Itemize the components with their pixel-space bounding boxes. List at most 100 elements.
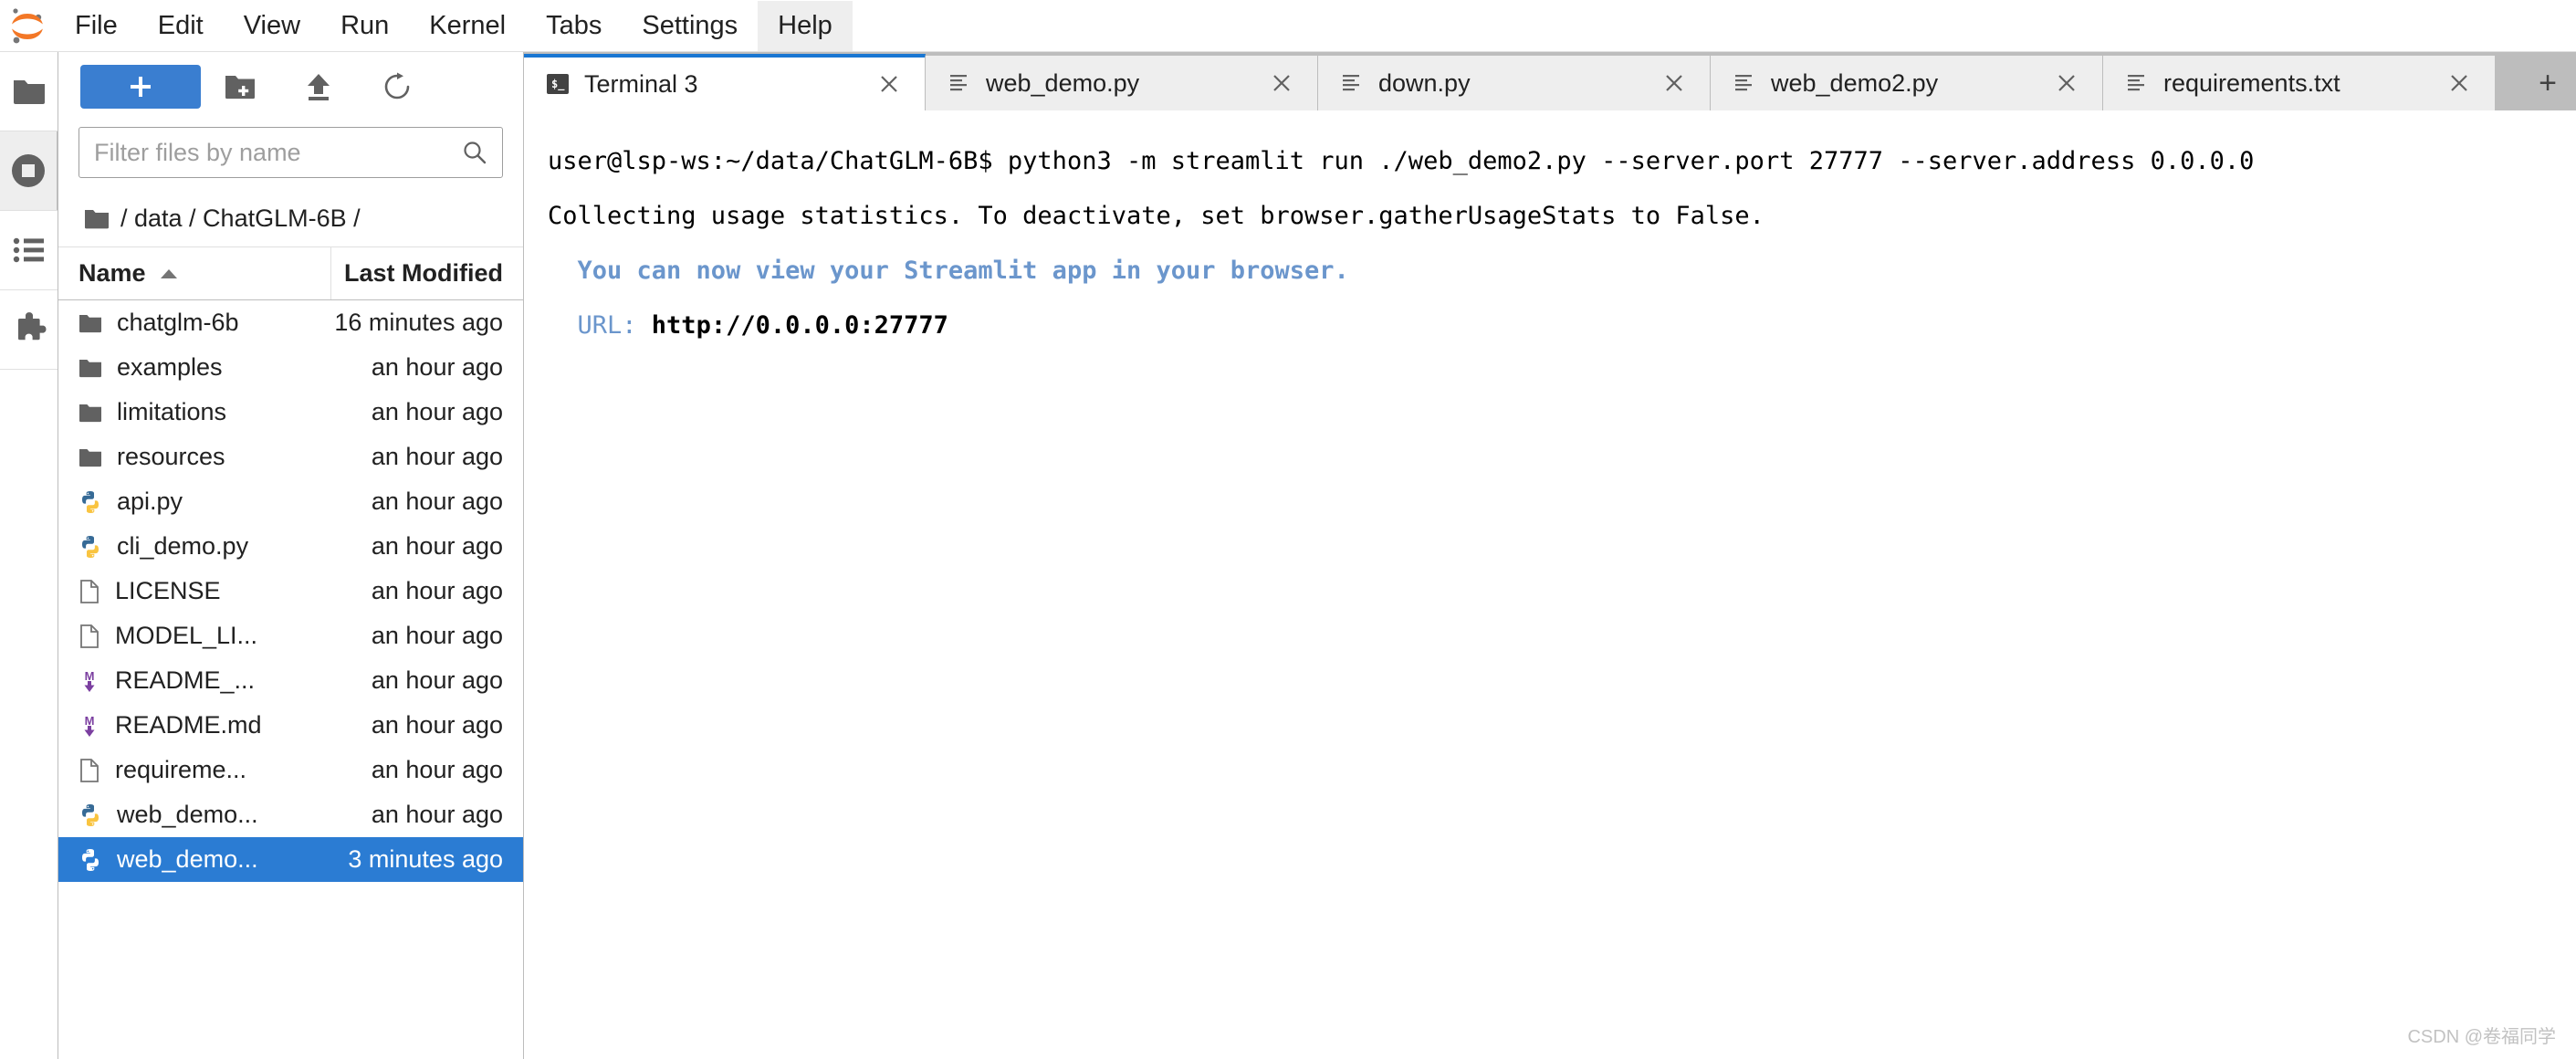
svg-text:M: M — [85, 669, 95, 683]
activity-bar-divider — [0, 369, 58, 370]
file-item-name-cell: LICENSE — [58, 577, 331, 605]
column-header-name[interactable]: Name — [58, 259, 330, 288]
folder-icon — [79, 358, 102, 378]
file-item-name: examples — [117, 353, 223, 381]
file-item-name: limitations — [117, 398, 227, 425]
menu-item-tabs[interactable]: Tabs — [526, 1, 622, 51]
terminal-panel[interactable]: user@lsp-ws:~/data/ChatGLM-6B$ python3 -… — [524, 110, 2576, 1059]
extension-manager-icon — [12, 312, 47, 347]
file-browser-panel: / data / ChatGLM-6B / Name Last Modified… — [58, 52, 524, 1059]
menu-item-settings[interactable]: Settings — [622, 1, 758, 51]
main-body: / data / ChatGLM-6B / Name Last Modified… — [0, 52, 2576, 1059]
sidebar-item-table-of-contents[interactable] — [0, 211, 58, 289]
file-list-item[interactable]: resources an hour ago — [58, 435, 523, 479]
menu-item-file[interactable]: File — [55, 1, 138, 51]
new-folder-button[interactable] — [201, 61, 279, 112]
file-item-name: README.md — [115, 711, 262, 739]
tab-down-py[interactable]: down.py — [1318, 56, 1711, 110]
menu-item-run[interactable]: Run — [320, 1, 409, 51]
tab-bar: $_ Terminal 3 web_demo.py down.py web_demo2.… — [524, 52, 2576, 110]
new-launcher-button[interactable] — [80, 65, 201, 109]
tab-requirements-txt[interactable]: requirements.txt — [2103, 56, 2496, 110]
file-list-item[interactable]: limitations an hour ago — [58, 390, 523, 435]
close-icon[interactable] — [2051, 68, 2082, 99]
menu-items-container: File Edit View Run Kernel Tabs Settings Help — [55, 0, 853, 51]
menu-item-view[interactable]: View — [224, 1, 320, 51]
refresh-file-list-button[interactable] — [358, 61, 436, 112]
text-file-icon — [948, 71, 971, 95]
svg-text:$_: $_ — [551, 78, 565, 91]
file-item-name: LICENSE — [115, 577, 221, 604]
close-icon[interactable] — [2444, 68, 2475, 99]
file-list-item[interactable]: MODEL_LI... an hour ago — [58, 613, 523, 658]
sidebar-item-running-terminals[interactable] — [0, 131, 58, 210]
folder-icon — [84, 208, 110, 230]
file-item-modified: 16 minutes ago — [334, 309, 503, 336]
file-filter-box[interactable] — [79, 127, 503, 178]
close-icon[interactable] — [1266, 68, 1297, 99]
file-item-name-cell: resources — [58, 443, 331, 471]
file-list-item[interactable]: chatglm-6b 16 minutes ago — [58, 300, 523, 345]
jupyter-logo-icon — [0, 0, 55, 52]
plus-icon — [127, 73, 154, 100]
file-item-name-cell: web_demo... — [58, 801, 331, 829]
file-item-name: web_demo... — [117, 801, 258, 828]
tab-label: Terminal 3 — [584, 69, 698, 98]
file-item-name: cli_demo.py — [117, 532, 249, 560]
file-list-item[interactable]: web_demo... 3 minutes ago — [58, 837, 523, 882]
markdown-icon: M — [79, 714, 100, 738]
menu-item-edit[interactable]: Edit — [138, 1, 224, 51]
file-list-item[interactable]: M README.md an hour ago — [58, 703, 523, 748]
terminal-url-label: URL: — [548, 311, 652, 340]
tab-bar-spacer — [2496, 56, 2519, 110]
breadcrumb[interactable]: / data / ChatGLM-6B / — [58, 191, 523, 247]
file-item-name-cell: chatglm-6b — [58, 309, 331, 337]
file-list: chatglm-6b 16 minutes ago examples an hour … — [58, 300, 523, 1059]
file-item-modified: an hour ago — [371, 532, 503, 560]
file-list-item[interactable]: examples an hour ago — [58, 345, 523, 390]
file-item-name-cell: requireme... — [58, 756, 331, 784]
file-item-name: web_demo... — [117, 845, 258, 873]
file-item-modified: an hour ago — [371, 577, 503, 604]
column-header-last-modified[interactable]: Last Modified — [331, 259, 523, 288]
file-item-name-cell: web_demo... — [58, 845, 331, 874]
file-list-item[interactable]: LICENSE an hour ago — [58, 569, 523, 613]
file-list-item[interactable]: api.py an hour ago — [58, 479, 523, 524]
tab-web-demo-py[interactable]: web_demo.py — [926, 56, 1318, 110]
file-browser-toolbar — [58, 52, 523, 121]
file-item-modified: 3 minutes ago — [348, 845, 503, 873]
text-file-icon — [1340, 71, 1364, 95]
sort-ascending-icon — [159, 267, 179, 280]
sidebar-item-file-browser[interactable] — [0, 52, 58, 131]
terminal-line: Collecting usage statistics. To deactiva… — [548, 202, 1764, 230]
folder-icon — [12, 77, 47, 106]
file-item-modified: an hour ago — [371, 398, 503, 425]
search-input[interactable] — [94, 138, 462, 167]
python-icon — [79, 848, 102, 872]
file-filter-container — [58, 121, 523, 191]
file-icon — [79, 624, 100, 648]
sidebar-item-extension-manager[interactable] — [0, 290, 58, 369]
upload-icon — [305, 72, 332, 101]
file-list-item[interactable]: requireme... an hour ago — [58, 748, 523, 792]
close-icon[interactable] — [1659, 68, 1690, 99]
file-item-name-cell: M README.md — [58, 711, 331, 739]
tab-terminal-3[interactable]: $_ Terminal 3 — [524, 54, 926, 110]
file-item-name: MODEL_LI... — [115, 622, 258, 649]
file-list-item[interactable]: cli_demo.py an hour ago — [58, 524, 523, 569]
column-header-last-modified-label: Last Modified — [344, 259, 503, 287]
breadcrumb-path[interactable]: / data / ChatGLM-6B / — [120, 204, 361, 233]
file-list-item[interactable]: M README_... an hour ago — [58, 658, 523, 703]
menu-item-help[interactable]: Help — [758, 0, 853, 51]
file-item-modified: an hour ago — [371, 756, 503, 783]
file-item-name: README_... — [115, 666, 256, 694]
file-item-modified: an hour ago — [371, 711, 503, 739]
file-list-item[interactable]: web_demo... an hour ago — [58, 792, 523, 837]
upload-files-button[interactable] — [279, 61, 358, 112]
new-tab-button[interactable]: + — [2519, 56, 2576, 110]
folder-icon — [79, 403, 102, 423]
tab-web-demo2-py[interactable]: web_demo2.py — [1711, 56, 2103, 110]
terminal-url-value[interactable]: http://0.0.0.0:27777 — [652, 311, 948, 340]
menu-item-kernel[interactable]: Kernel — [409, 1, 526, 51]
close-icon[interactable] — [874, 68, 905, 100]
